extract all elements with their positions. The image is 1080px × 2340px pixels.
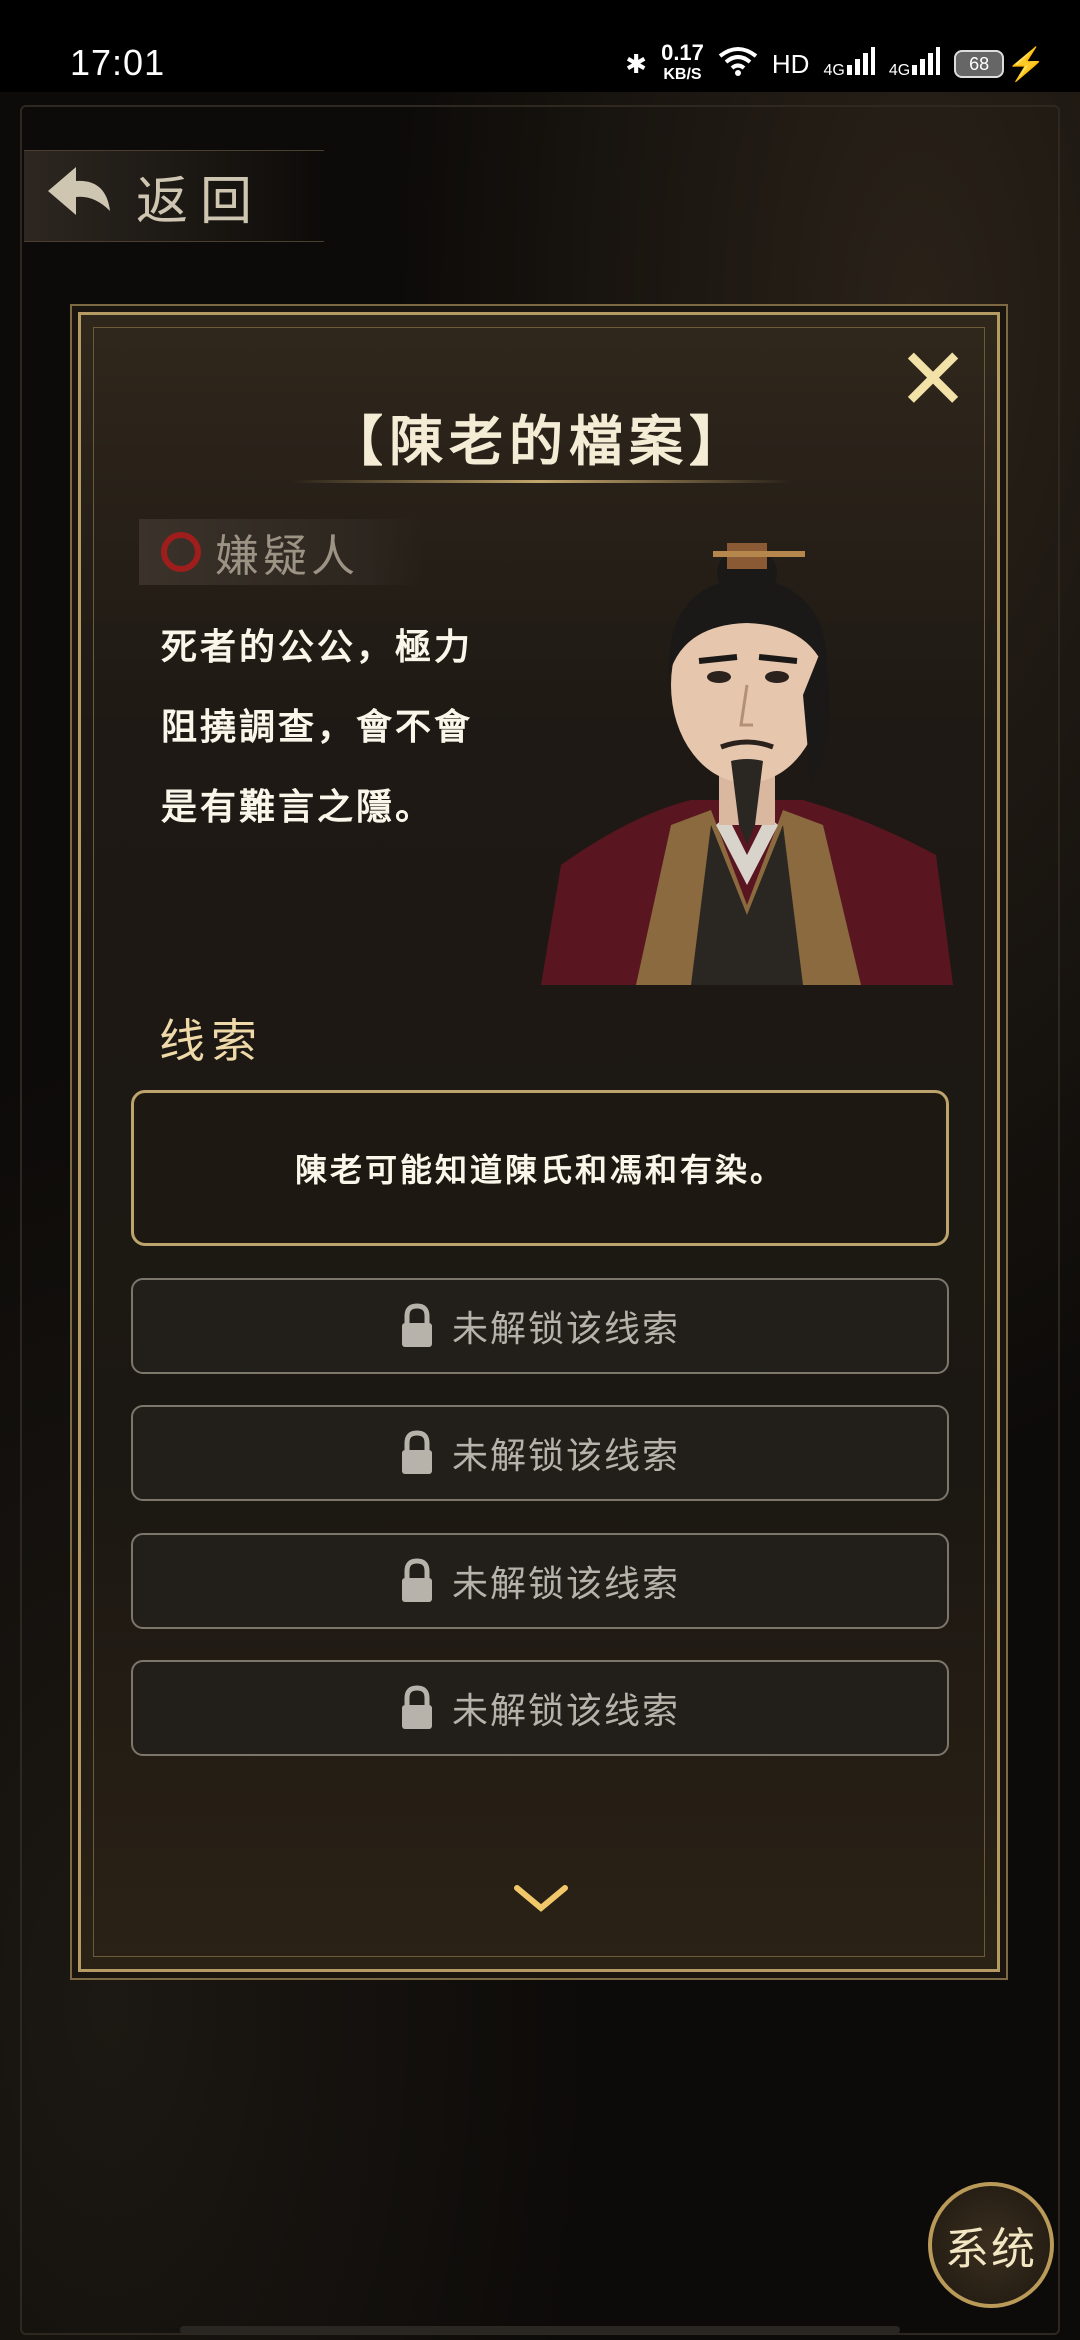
signal-2: 4G bbox=[889, 46, 941, 82]
description-line: 阻撓調查，會不會 bbox=[161, 706, 474, 748]
status-time: 17:01 bbox=[70, 42, 166, 83]
clue-card-locked[interactable]: 未解锁该线索 bbox=[131, 1405, 949, 1501]
charging-icon: ⚡ bbox=[1006, 46, 1046, 82]
lock-icon bbox=[400, 1685, 434, 1731]
suspect-tag: 嫌疑人 bbox=[139, 519, 424, 585]
suspect-circle-icon bbox=[161, 532, 201, 572]
locked-clue-label: 未解锁该线索 bbox=[451, 1691, 680, 1732]
clue-text: 陳老可能知道陳氏和馮和有染。 bbox=[294, 1151, 785, 1189]
locked-clue-label: 未解锁该线索 bbox=[451, 1309, 680, 1350]
back-button[interactable]: 返回 bbox=[24, 150, 324, 242]
character-description: 死者的公公，極力 阻撓調查，會不會 是有難言之隱。 bbox=[161, 607, 501, 847]
status-icons: ✱ 0.17 KB/S HD 4G 4G 68 ⚡ bbox=[625, 42, 1046, 86]
bluetooth-icon: ✱ bbox=[625, 48, 648, 79]
net-speed: 0.17 KB/S bbox=[661, 40, 704, 84]
description-line: 死者的公公，極力 bbox=[161, 626, 474, 668]
clues-heading: 线索 bbox=[159, 1014, 263, 1068]
archive-panel: ✕ 【陳老的檔案】 嫌疑人 死者的公公，極力 阻撓調查，會不會 是有難言之隱。 bbox=[78, 312, 1000, 1972]
back-arrow-icon bbox=[44, 161, 114, 231]
battery-icon: 68 ⚡ bbox=[954, 45, 1046, 83]
suspect-tag-label: 嫌疑人 bbox=[215, 531, 359, 582]
clue-card-locked[interactable]: 未解锁该线索 bbox=[131, 1278, 949, 1374]
locked-clue-label: 未解锁该线索 bbox=[451, 1564, 680, 1605]
lock-icon bbox=[400, 1558, 434, 1604]
clue-card-locked[interactable]: 未解锁该线索 bbox=[131, 1533, 949, 1629]
description-line: 是有難言之隱。 bbox=[161, 786, 435, 828]
lock-icon bbox=[400, 1430, 434, 1476]
system-button[interactable]: 系统 bbox=[928, 2182, 1054, 2308]
character-portrait bbox=[541, 525, 953, 985]
system-button-label: 系统 bbox=[945, 2224, 1037, 2275]
chevron-down-icon bbox=[514, 1885, 568, 1912]
clue-card-locked[interactable]: 未解锁该线索 bbox=[131, 1660, 949, 1756]
hd-indicator: HD bbox=[771, 48, 810, 79]
back-label: 返回 bbox=[136, 171, 265, 232]
status-bar: 17:01 ✱ 0.17 KB/S HD 4G 4G 68 ⚡ bbox=[0, 0, 1080, 92]
wifi-icon bbox=[718, 46, 758, 83]
title-divider bbox=[291, 480, 791, 483]
home-indicator[interactable] bbox=[180, 2326, 900, 2334]
clue-card-unlocked[interactable]: 陳老可能知道陳氏和馮和有染。 bbox=[131, 1090, 949, 1246]
signal-1: 4G bbox=[823, 46, 875, 82]
locked-clue-label: 未解锁该线索 bbox=[451, 1436, 680, 1477]
lock-icon bbox=[400, 1303, 434, 1349]
scroll-more-button[interactable] bbox=[511, 1880, 571, 1920]
panel-title: 【陳老的檔案】 bbox=[329, 409, 749, 473]
